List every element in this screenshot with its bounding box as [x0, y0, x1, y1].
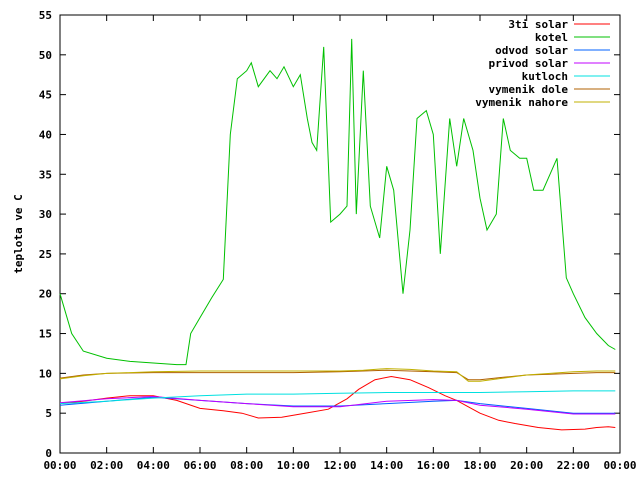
- x-tick-label: 08:00: [230, 459, 263, 472]
- x-tick-label: 22:00: [557, 459, 590, 472]
- legend-label: kutloch: [522, 70, 568, 83]
- y-tick-label: 20: [39, 288, 52, 301]
- y-tick-label: 25: [39, 248, 52, 261]
- x-tick-label: 20:00: [510, 459, 543, 472]
- x-tick-label: 12:00: [323, 459, 356, 472]
- series-line-0: [59, 375, 616, 431]
- legend-label: 3ti solar: [508, 18, 568, 31]
- series-line-6: [59, 368, 616, 382]
- legend-label: privod solar: [489, 57, 569, 70]
- x-tick-label: 16:00: [417, 459, 450, 472]
- x-tick-label: 18:00: [463, 459, 496, 472]
- y-tick-label: 55: [39, 9, 52, 22]
- line-chart: 0510152025303540455055 00:00 02:00 04:00 06…: [12, 9, 637, 472]
- x-tick-label: 06:00: [183, 459, 216, 472]
- y-tick-label: 45: [39, 89, 52, 102]
- x-tick-label: 04:00: [137, 459, 170, 472]
- y-tick-label: 30: [39, 208, 52, 221]
- x-tick-label: 10:00: [277, 459, 310, 472]
- x-tick-label: 02:00: [90, 459, 123, 472]
- legend-label: odvod solar: [495, 44, 568, 57]
- y-tick-label: 10: [39, 367, 52, 380]
- legend: 3ti solarkotelodvod solarprivod solarkut…: [475, 18, 610, 109]
- y-tick-label: 40: [39, 128, 52, 141]
- y-tick-label: 35: [39, 168, 52, 181]
- legend-label: kotel: [535, 31, 568, 44]
- legend-label: vymenik dole: [489, 83, 569, 96]
- x-tick-label: 00:00: [603, 459, 636, 472]
- y-axis-label: teplota ve C: [12, 194, 25, 273]
- y-tick-label: 15: [39, 328, 52, 341]
- legend-label: vymenik nahore: [475, 96, 568, 109]
- x-tick-label: 00:00: [43, 459, 76, 472]
- series-line-2: [59, 396, 616, 414]
- y-tick-label: 50: [39, 49, 52, 62]
- y-tick-label: 5: [45, 407, 52, 420]
- x-tick-label: 14:00: [370, 459, 403, 472]
